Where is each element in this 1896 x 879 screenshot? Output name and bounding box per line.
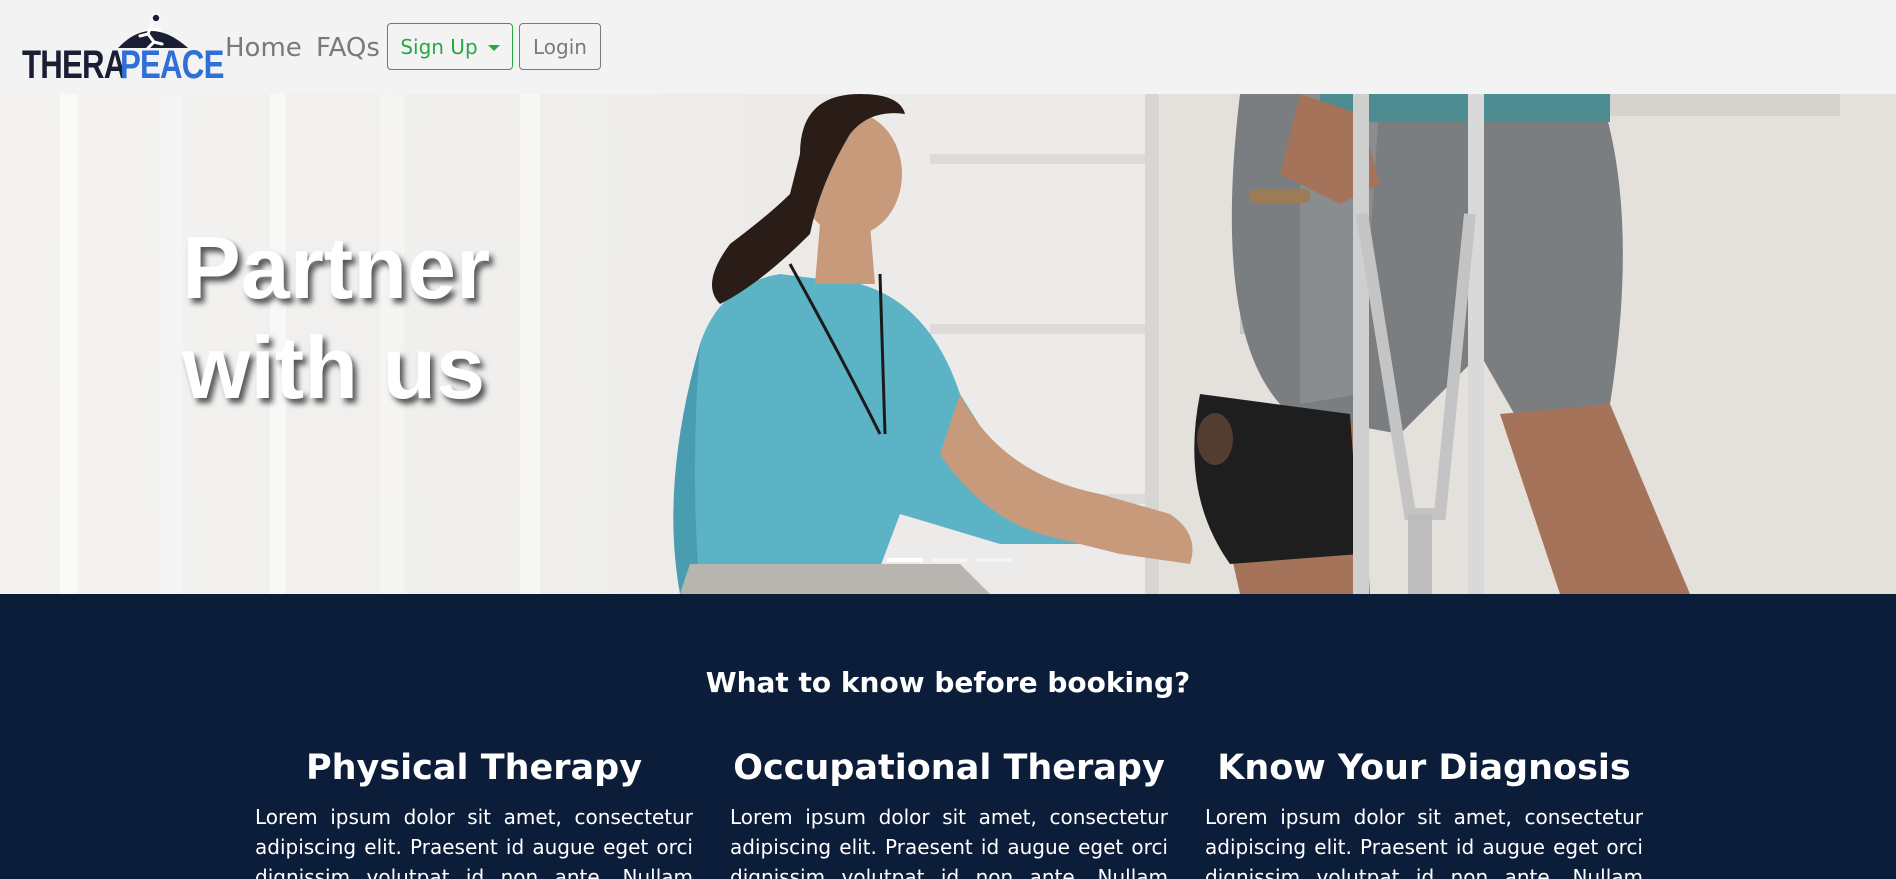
brand-name-part2: PEACE [120,43,224,87]
signup-label: Sign Up [400,34,478,59]
info-column-physical-therapy: Physical Therapy Lorem ipsum dolor sit a… [255,746,693,879]
booking-info-section: What to know before booking? Physical Th… [0,594,1896,879]
hero-title: Partner with us [182,218,602,418]
column-text: Lorem ipsum dolor sit amet, consectetur … [255,805,693,879]
section-heading: What to know before booking? [705,666,1191,699]
carousel-indicator-1[interactable] [887,558,923,562]
column-title: Occupational Therapy [733,748,1165,788]
column-text: Lorem ipsum dolor sit amet, consectetur … [730,805,1168,879]
nav-link-faqs[interactable]: FAQs [316,30,380,66]
column-text: Lorem ipsum dolor sit amet, consectetur … [1205,805,1643,879]
carousel-indicators [887,558,1011,562]
column-title: Physical Therapy [305,748,643,788]
brand-name-part1: THERA [22,43,126,87]
login-label: Login [533,34,587,59]
login-button[interactable]: Login [519,23,601,70]
hero-title-line2: with us [182,318,486,417]
nav-link-home[interactable]: Home [225,30,302,66]
carousel-indicator-2[interactable] [931,558,967,562]
info-column-occupational-therapy: Occupational Therapy Lorem ipsum dolor s… [730,746,1168,879]
navbar: THERA PEACE Home FAQs Sign Up Login [0,0,1896,94]
signup-dropdown-button[interactable]: Sign Up [387,23,513,70]
info-column-know-your-diagnosis: Know Your Diagnosis Lorem ipsum dolor si… [1205,746,1643,879]
column-title: Know Your Diagnosis [1217,748,1631,788]
hero-carousel: Partner with us [0,94,1896,594]
hero-title-line1: Partner [182,218,491,317]
brand-logo[interactable]: THERA PEACE [22,12,224,87]
carousel-indicator-3[interactable] [975,558,1011,562]
caret-down-icon [487,44,500,51]
